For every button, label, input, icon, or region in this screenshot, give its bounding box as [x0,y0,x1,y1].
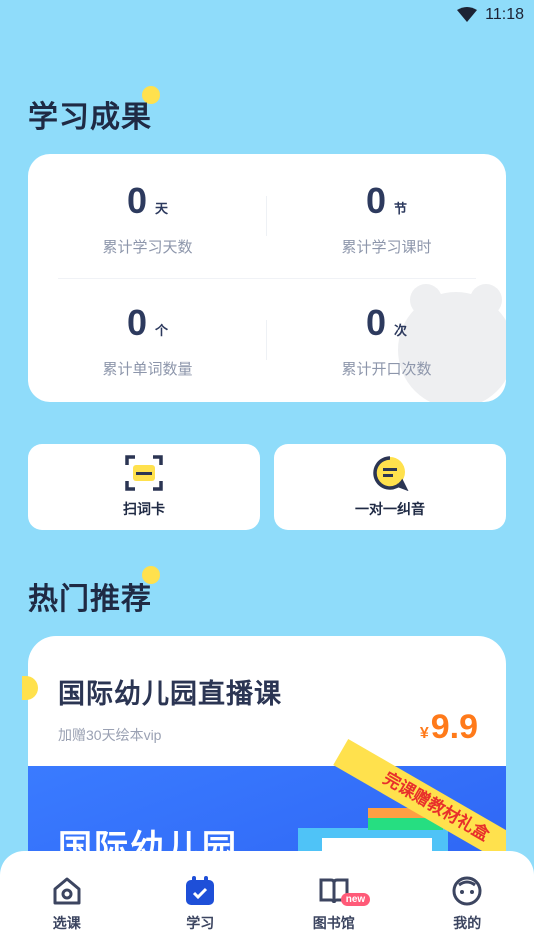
recommend-title: 热门推荐 [28,583,152,616]
course-price: ¥ 9.9 [420,708,478,747]
chat-bubble-icon [373,456,409,491]
divider [58,278,476,279]
tab-library[interactable]: new 图书馆 [284,875,384,933]
home-icon [53,877,81,905]
course-subtitle: 加赠30天绘本vip [58,727,162,743]
tab-label: 选课 [52,915,81,931]
wifi-icon [457,7,478,22]
tab-label: 图书馆 [312,915,355,931]
stat-value: 0 [126,180,147,221]
tab-label: 学习 [186,915,215,931]
stat-speak-count: 0 次 累计开口次数 [267,302,506,379]
stat-study-days: 0 天 累计学习天数 [28,180,267,257]
pronunciation-button[interactable]: 一对一纠音 [274,444,506,530]
price-value: 9.9 [430,708,478,746]
tool-label: 扫词卡 [123,501,165,517]
bottom-tab-bar: 选课 学习 new 图书馆 我的 [0,851,534,949]
status-bar: 11:18 [0,0,534,30]
stat-unit: 天 [155,201,169,216]
scan-card-icon [125,455,163,491]
scan-card-button[interactable]: 扫词卡 [28,444,260,530]
achievements-title: 学习成果 [28,101,152,134]
stat-unit: 个 [155,323,169,338]
calendar-check-icon [186,876,215,905]
status-time: 11:18 [485,6,524,23]
stat-label: 累计学习天数 [102,239,193,256]
tab-profile[interactable]: 我的 [417,875,517,933]
stat-label: 累计单词数量 [102,361,193,378]
tool-label: 一对一纠音 [355,501,425,517]
tab-study[interactable]: 学习 [150,875,250,933]
stat-value: 0 [126,302,147,343]
stat-unit: 次 [394,323,408,338]
stat-unit: 节 [394,201,408,216]
stat-value: 0 [365,302,386,343]
stat-study-hours: 0 节 累计学习课时 [267,180,506,257]
stat-value: 0 [365,180,386,221]
price-currency: ¥ [419,725,429,742]
achievements-card: 0 天 累计学习天数 0 节 累计学习课时 0 个 累计单词数量 0 次 累计开… [28,154,506,402]
tab-label: 我的 [453,915,482,931]
stat-word-count: 0 个 累计单词数量 [28,302,267,379]
new-badge: new [340,893,371,906]
stat-label: 累计开口次数 [341,361,432,378]
stat-label: 累计学习课时 [341,239,432,256]
tab-courses[interactable]: 选课 [17,875,117,933]
face-icon [452,876,482,906]
course-title: 国际幼儿园直播课 [58,679,282,709]
